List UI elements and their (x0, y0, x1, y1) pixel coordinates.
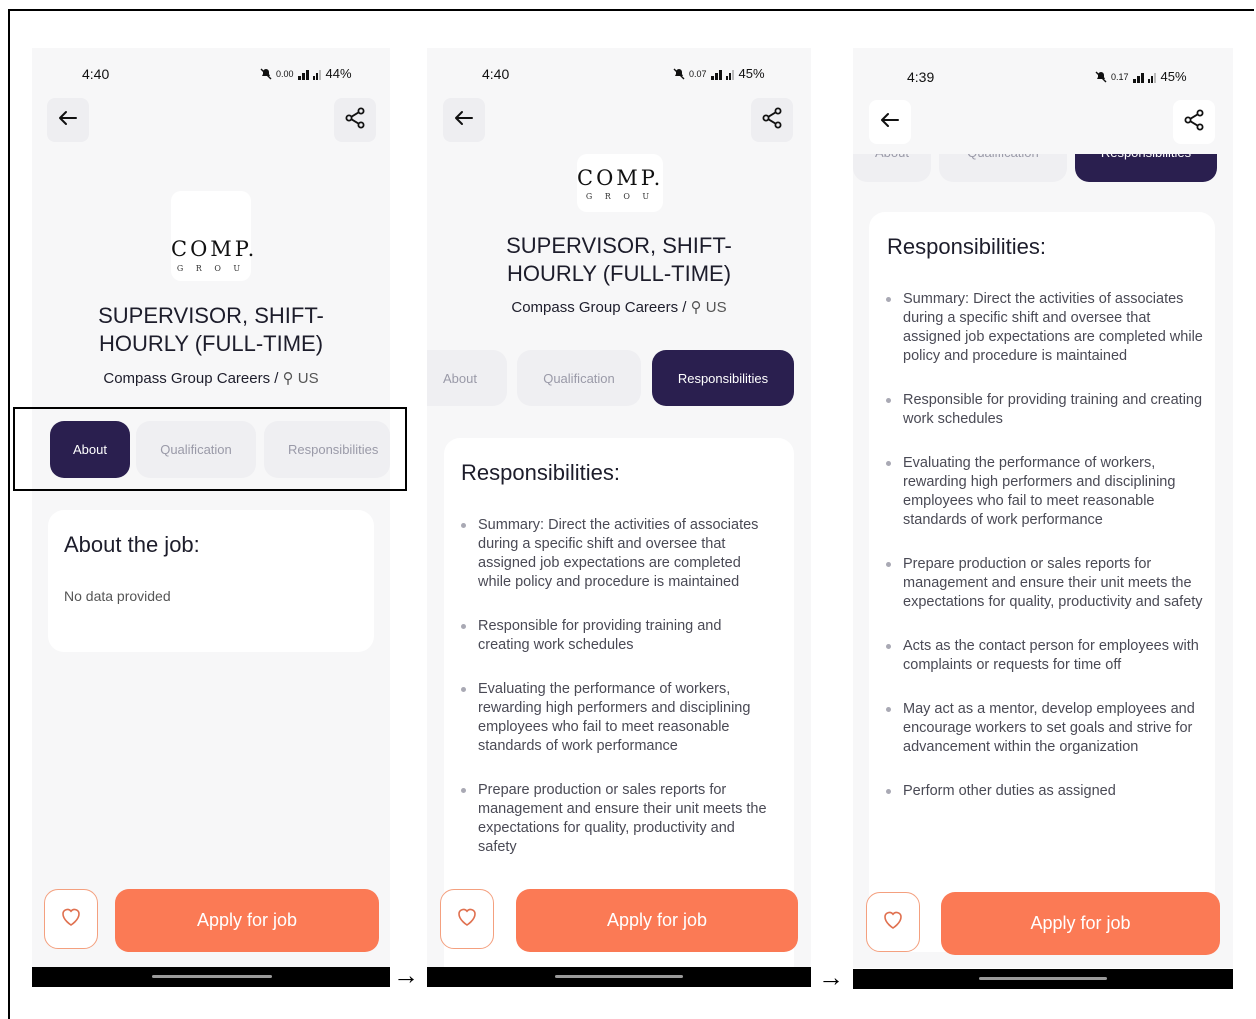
screen-responsibilities-scrolled: 4:39 0.17 45% About Qualification Respon… (853, 48, 1233, 968)
tab-responsibilities[interactable]: Responsibilities (652, 350, 794, 406)
logo-text: COMP. (171, 237, 258, 261)
logo-subtext: G R O U (585, 192, 655, 201)
section-title: Responsibilities: (461, 460, 620, 485)
heart-icon (456, 907, 478, 932)
status-icons: 0.07 45% (673, 66, 765, 81)
list-item: Responsible for providing training and c… (458, 617, 776, 655)
favorite-button[interactable] (866, 892, 920, 952)
nav-bar (853, 969, 1233, 989)
back-arrow-icon (454, 110, 474, 131)
list-item: Summary: Direct the activities of associ… (458, 516, 776, 592)
battery-percent: 44% (325, 66, 352, 81)
location-text: US (705, 299, 727, 316)
status-time-top: 4:39 (907, 69, 935, 85)
job-title: SUPERVISOR, SHIFT-HOURLY (FULL-TIME) (98, 303, 324, 356)
net-speed: 0.07 (689, 68, 707, 79)
mute-icon (1095, 71, 1107, 83)
location-pin-icon: ⚲ (282, 370, 294, 387)
battery-percent: 45% (738, 66, 765, 81)
company-line: Compass Group Careers / ⚲ US (427, 298, 811, 316)
back-arrow-icon (58, 110, 78, 131)
responsibilities-list: Summary: Direct the activities of associ… (458, 516, 776, 882)
flow-arrow: → (393, 960, 419, 990)
signal-icon (710, 68, 735, 80)
list-item: Responsible for providing training and c… (883, 391, 1203, 429)
logo-subtext: G R O U (176, 264, 246, 273)
about-card: About the job: No data provided (48, 510, 374, 652)
battery-percent: 45% (1160, 69, 1187, 84)
share-button[interactable] (334, 98, 376, 142)
share-icon (1184, 109, 1204, 136)
list-item: Acts as the contact person for employees… (883, 637, 1203, 675)
apply-button[interactable]: Apply for job (115, 889, 379, 952)
location-pin-icon: ⚲ (690, 299, 702, 316)
back-button[interactable] (869, 100, 911, 144)
company-line: Compass Group Careers / ⚲ US (32, 369, 390, 387)
tab-qualification[interactable]: Qualification (517, 350, 641, 406)
share-button[interactable] (751, 98, 793, 142)
status-time: 4:40 (482, 66, 510, 82)
signal-icon (1132, 71, 1157, 83)
list-item: Perform other duties as assigned (883, 782, 1203, 801)
net-speed: 0.17 (1111, 71, 1129, 82)
heart-icon (60, 907, 82, 932)
nav-bar (427, 967, 811, 987)
company-name[interactable]: Compass Group Careers / (103, 370, 278, 387)
signal-icon (297, 68, 322, 80)
responsibilities-card: Responsibilities: Summary: Direct the ac… (869, 212, 1215, 952)
list-item: May act as a mentor, develop employees a… (883, 700, 1203, 757)
nav-bar (32, 967, 390, 987)
tab-about[interactable]: About (427, 350, 507, 406)
net-speed: 0.00 (276, 68, 294, 79)
company-logo: COMP. G R O U (577, 154, 663, 212)
share-icon (762, 107, 782, 134)
home-indicator[interactable] (555, 975, 683, 978)
back-button[interactable] (47, 98, 89, 142)
company-logo: COMP. G R O U (171, 191, 258, 281)
mute-icon (260, 68, 272, 80)
share-icon (345, 107, 365, 134)
apply-button[interactable]: Apply for job (516, 889, 798, 952)
section-title: About the job: (64, 532, 200, 557)
list-item: Evaluating the performance of workers, r… (458, 680, 776, 756)
list-item: Prepare production or sales reports for … (883, 555, 1203, 612)
job-title: SUPERVISOR, SHIFT-HOURLY (FULL-TIME) (506, 233, 732, 286)
favorite-button[interactable] (440, 889, 494, 949)
apply-button[interactable]: Apply for job (941, 892, 1220, 955)
list-item: Evaluating the performance of workers, r… (883, 454, 1203, 530)
home-indicator[interactable] (979, 977, 1107, 980)
company-name[interactable]: Compass Group Careers / (511, 299, 686, 316)
flow-arrow: → (818, 962, 844, 992)
back-arrow-icon (880, 112, 900, 133)
screen-responsibilities-top: 4:40 0.07 45% COMP. G R O U SUPERVISOR, … (427, 48, 811, 968)
home-indicator[interactable] (152, 975, 272, 978)
status-icons: 0.00 44% (260, 66, 352, 81)
tab-highlight-box (13, 407, 407, 491)
status-time: 4:40 (82, 66, 110, 82)
list-item: Prepare production or sales reports for … (458, 781, 776, 857)
back-button[interactable] (443, 98, 485, 142)
section-title: Responsibilities: (887, 234, 1046, 259)
list-item: Summary: Direct the activities of associ… (883, 290, 1203, 366)
share-button[interactable] (1173, 100, 1215, 144)
favorite-button[interactable] (44, 889, 98, 949)
heart-icon (882, 910, 904, 935)
mute-icon (673, 68, 685, 80)
location-text: US (297, 370, 319, 387)
responsibilities-list: Summary: Direct the activities of associ… (883, 290, 1203, 826)
section-body: No data provided (64, 588, 171, 604)
logo-text: COMP. (577, 166, 664, 190)
screen-about: 4:40 0.00 44% COMP. G R O U SUPERVISOR, … (32, 48, 390, 968)
status-icons-top: 0.17 45% (1095, 69, 1187, 84)
